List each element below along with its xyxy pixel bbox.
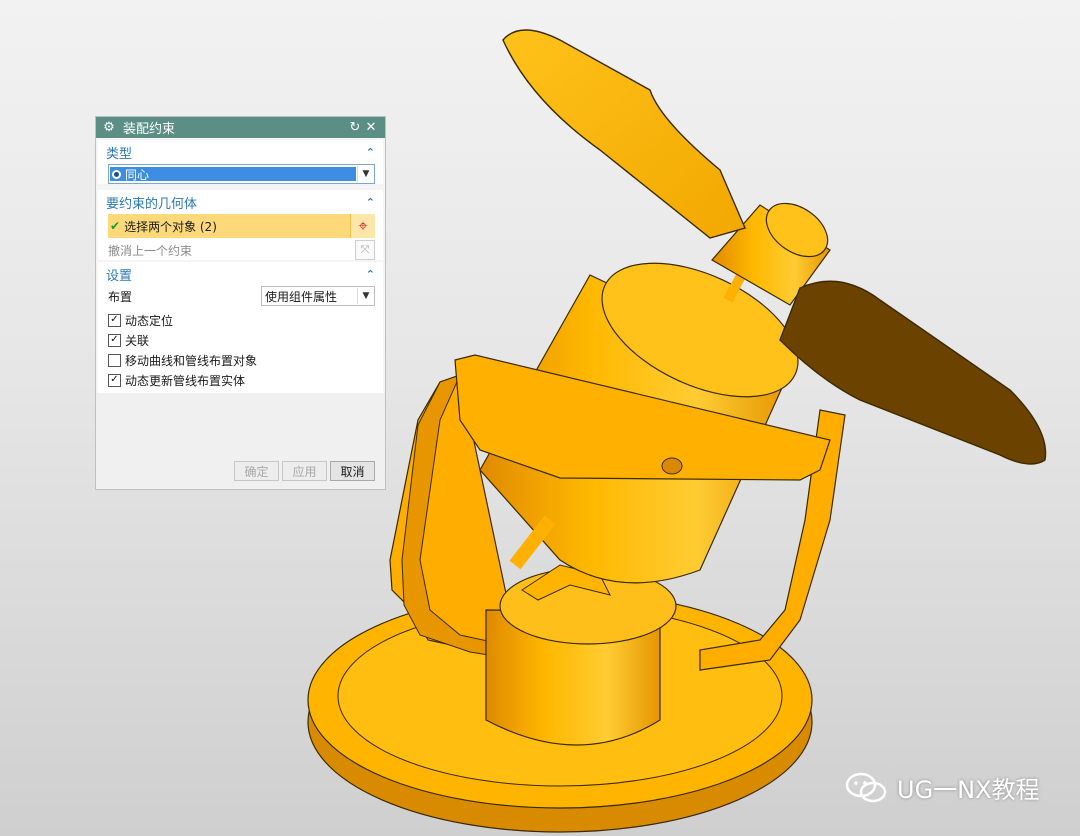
undo-constraint-row[interactable]: 撤消上一个约束 ⤧ xyxy=(108,240,375,260)
type-dropdown[interactable]: 同心 ▼ xyxy=(108,164,375,184)
checkbox-label: 动态更新管线布置实体 xyxy=(125,373,246,388)
settings-section: 设置 ⌃ 布置 使用组件属性 ▼ ✓ 动态定位 ✓ 关联 移动曲线和管线布置对象… xyxy=(98,262,383,394)
concentric-icon xyxy=(112,169,121,179)
cancel-button[interactable]: 取消 xyxy=(330,461,375,481)
settings-heading: 设置 xyxy=(106,268,133,284)
geometry-heading: 要约束的几何体 xyxy=(106,196,198,212)
checkbox-associative[interactable]: ✓ 关联 xyxy=(108,330,375,350)
ok-button[interactable]: 确定 xyxy=(234,461,279,481)
undo-constraint-label: 撤消上一个约束 xyxy=(108,243,193,258)
geometry-section: 要约束的几何体 ⌃ ✔ 选择两个对象 (2) ⌖ 撤消上一个约束 ⤧ xyxy=(98,190,383,260)
settings-section-header[interactable]: 设置 ⌃ xyxy=(98,262,383,286)
layout-dropdown[interactable]: 使用组件属性 ▼ xyxy=(261,286,375,306)
checkbox-dynamic-positioning[interactable]: ✓ 动态定位 xyxy=(108,310,375,330)
reset-icon[interactable]: ↻ xyxy=(347,120,363,135)
checkbox-label: 动态定位 xyxy=(125,313,174,328)
checkbox[interactable]: ✓ xyxy=(108,333,121,347)
type-dropdown-value: 同心 xyxy=(125,167,150,182)
select-objects-row[interactable]: ✔ 选择两个对象 (2) ⌖ xyxy=(108,214,375,238)
checkbox[interactable]: ✓ xyxy=(108,313,121,327)
dialog-title: 装配约束 xyxy=(123,122,176,137)
layout-label: 布置 xyxy=(108,289,133,304)
dialog-footer: 确定 应用 取消 xyxy=(96,393,385,489)
checkmark-icon: ✔ xyxy=(110,219,121,233)
geometry-section-header[interactable]: 要约束的几何体 ⌃ xyxy=(98,190,383,214)
assembly-constraint-dialog: ⚙ 装配约束 ↻ ✕ 类型 ⌃ 同心 ▼ 要约束的几何体 ⌃ ✔ 选择两个对象 … xyxy=(95,116,386,490)
layout-dropdown-value: 使用组件属性 xyxy=(265,289,338,304)
chevron-up-icon[interactable]: ⌃ xyxy=(366,146,375,159)
apply-button[interactable]: 应用 xyxy=(282,461,327,481)
checkbox-dynamic-update[interactable]: ✓ 动态更新管线布置实体 xyxy=(108,370,375,390)
chevron-up-icon[interactable]: ⌃ xyxy=(366,268,375,281)
gear-icon[interactable]: ⚙ xyxy=(102,120,116,135)
select-objects-label: 选择两个对象 (2) xyxy=(124,219,217,234)
close-icon[interactable]: ✕ xyxy=(363,120,379,135)
type-section-header[interactable]: 类型 ⌃ xyxy=(98,140,383,164)
chevron-down-icon[interactable]: ▼ xyxy=(357,288,374,304)
checkbox[interactable] xyxy=(108,353,121,367)
checkbox-label: 移动曲线和管线布置对象 xyxy=(125,353,258,368)
crosshair-icon[interactable]: ⌖ xyxy=(350,214,375,238)
watermark-text: UG一NX教程 xyxy=(897,776,1040,804)
layout-row: 布置 使用组件属性 ▼ xyxy=(108,286,375,306)
undo-constraint-icon[interactable]: ⤧ xyxy=(355,240,375,260)
checkbox-label: 关联 xyxy=(125,333,150,348)
wechat-icon xyxy=(845,772,887,802)
pedestal xyxy=(485,564,677,746)
watermark: UG一NX教程 xyxy=(845,770,1040,805)
dialog-titlebar: ⚙ 装配约束 ↻ ✕ xyxy=(96,117,385,138)
type-section: 类型 ⌃ 同心 ▼ xyxy=(98,140,383,184)
chevron-up-icon[interactable]: ⌃ xyxy=(366,196,375,209)
checkbox[interactable]: ✓ xyxy=(108,373,121,387)
checkbox-move-curves[interactable]: 移动曲线和管线布置对象 xyxy=(108,350,375,370)
chevron-down-icon[interactable]: ▼ xyxy=(357,166,374,182)
fan-blade-upper xyxy=(502,29,746,239)
type-heading: 类型 xyxy=(106,146,133,162)
